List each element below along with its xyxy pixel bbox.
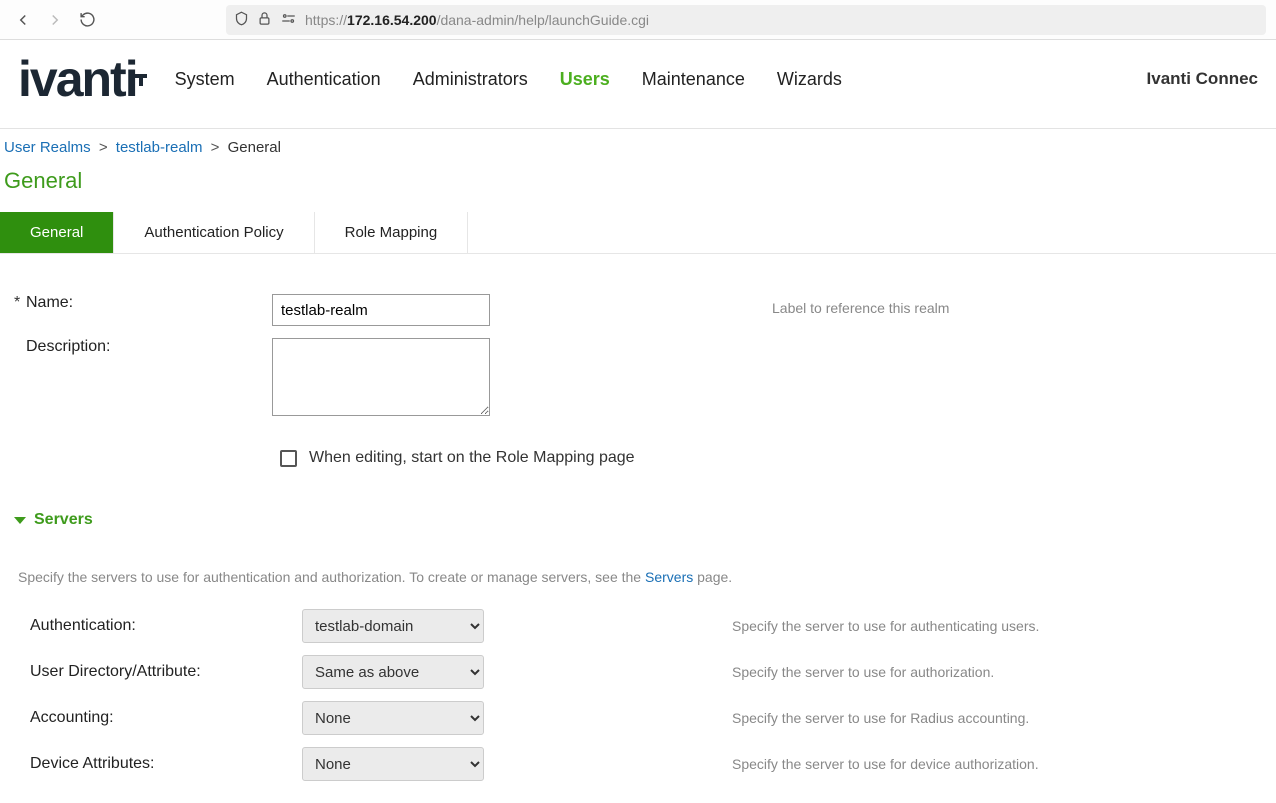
address-bar[interactable]: https://172.16.54.200/dana-admin/help/la… <box>226 5 1266 35</box>
crumb-realm[interactable]: testlab-realm <box>116 139 203 156</box>
tab-bar: General Authentication Policy Role Mappi… <box>0 212 1276 254</box>
name-help: Label to reference this realm <box>772 294 1272 316</box>
site-security-icons <box>234 11 297 29</box>
device-attributes-help: Specify the server to use for device aut… <box>732 756 1272 772</box>
tab-role-mapping[interactable]: Role Mapping <box>315 212 469 253</box>
servers-section-description: Specify the servers to use for authentic… <box>18 569 1272 585</box>
required-marker: * <box>14 294 20 312</box>
site-header: ivanti System Authentication Administrat… <box>0 40 1276 129</box>
browser-toolbar: https://172.16.54.200/dana-admin/help/la… <box>0 0 1276 40</box>
permissions-icon <box>280 11 297 29</box>
servers-section-title: Servers <box>34 511 93 529</box>
start-on-role-mapping-label: When editing, start on the Role Mapping … <box>309 449 635 467</box>
device-attributes-label: Device Attributes: <box>18 755 302 773</box>
url-text: https://172.16.54.200/dana-admin/help/la… <box>305 12 649 28</box>
name-input[interactable] <box>272 294 490 326</box>
user-directory-help: Specify the server to use for authorizat… <box>732 664 1272 680</box>
accounting-label: Accounting: <box>18 709 302 727</box>
chevron-down-icon <box>14 517 26 524</box>
nav-users[interactable]: Users <box>560 69 610 90</box>
back-button[interactable] <box>10 7 36 33</box>
logo-mark-icon <box>133 50 151 68</box>
tab-general[interactable]: General <box>0 212 114 253</box>
nav-system[interactable]: System <box>175 69 235 90</box>
nav-maintenance[interactable]: Maintenance <box>642 69 745 90</box>
device-attributes-select[interactable]: None <box>302 747 484 781</box>
accounting-select[interactable]: None <box>302 701 484 735</box>
breadcrumb: User Realms > testlab-realm > General <box>0 129 1276 162</box>
main-nav: System Authentication Administrators Use… <box>175 69 842 90</box>
page-title: General <box>4 168 1272 194</box>
start-on-role-mapping-checkbox[interactable] <box>280 450 297 467</box>
servers-section-toggle[interactable]: Servers <box>14 511 1272 529</box>
authentication-label: Authentication: <box>18 617 302 635</box>
user-directory-select[interactable]: Same as above <box>302 655 484 689</box>
shield-icon <box>234 11 249 29</box>
forward-button[interactable] <box>42 7 68 33</box>
description-label: Description: <box>26 338 110 356</box>
authentication-select[interactable]: testlab-domain <box>302 609 484 643</box>
product-name: Ivanti Connec <box>1147 69 1258 89</box>
nav-authentication[interactable]: Authentication <box>267 69 381 90</box>
crumb-user-realms[interactable]: User Realms <box>4 139 91 156</box>
reload-button[interactable] <box>74 7 100 33</box>
tab-auth-policy[interactable]: Authentication Policy <box>114 212 314 253</box>
crumb-current: General <box>228 139 281 156</box>
nav-administrators[interactable]: Administrators <box>413 69 528 90</box>
name-label: Name: <box>26 294 73 312</box>
nav-wizards[interactable]: Wizards <box>777 69 842 90</box>
lock-icon <box>257 11 272 29</box>
accounting-help: Specify the server to use for Radius acc… <box>732 710 1272 726</box>
authentication-help: Specify the server to use for authentica… <box>732 618 1272 634</box>
servers-link[interactable]: Servers <box>645 569 693 585</box>
description-input[interactable] <box>272 338 490 416</box>
logo[interactable]: ivanti <box>18 54 137 104</box>
user-directory-label: User Directory/Attribute: <box>18 663 302 681</box>
